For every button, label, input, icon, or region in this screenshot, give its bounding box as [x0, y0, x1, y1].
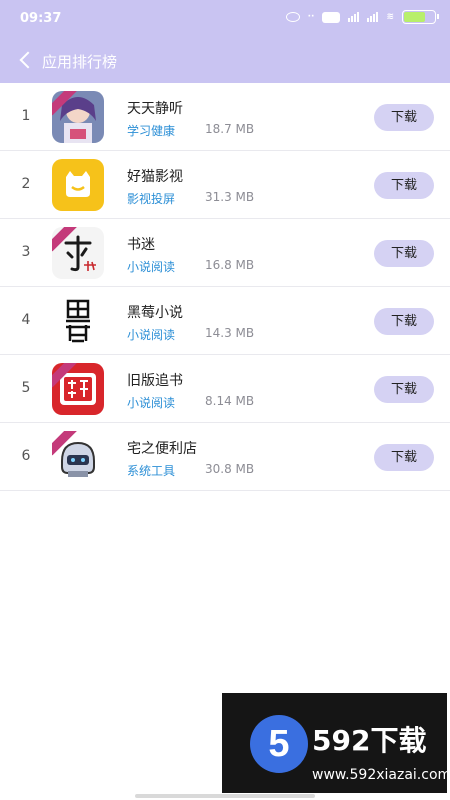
download-button[interactable]: 下载: [374, 172, 434, 199]
app-category[interactable]: 小说阅读: [127, 258, 175, 275]
download-button[interactable]: 下载: [374, 444, 434, 471]
list-item[interactable]: 3 书迷 小说阅读 16.8 MB 下载: [0, 219, 450, 287]
list-item[interactable]: 1 天天静听 学习健康 18.7 MB 下载: [0, 83, 450, 151]
back-icon[interactable]: [18, 50, 34, 70]
app-icon-haomaoyingshi[interactable]: [52, 159, 104, 211]
status-icons: ·· ≋: [285, 10, 439, 24]
signal-2-icon: [367, 12, 379, 22]
app-category[interactable]: 影视投屏: [127, 190, 175, 207]
app-size: 18.7 MB: [205, 122, 255, 136]
app-size: 8.14 MB: [205, 394, 255, 408]
app-icon-zhaizhibianlidian[interactable]: [52, 431, 104, 483]
watermark-brand: 592下载: [312, 724, 427, 757]
site-watermark: 5 592下载 www.592xiazai.com: [222, 693, 450, 793]
home-indicator: [135, 794, 315, 798]
app-category[interactable]: 小说阅读: [127, 394, 175, 411]
download-button[interactable]: 下载: [374, 308, 434, 335]
app-category[interactable]: 学习健康: [127, 122, 175, 139]
signal-icon: [348, 12, 360, 22]
rank-number: 6: [21, 448, 31, 464]
app-size: 30.8 MB: [205, 462, 255, 476]
app-name: 好猫影视: [127, 169, 183, 185]
watermark-url: www.592xiazai.com: [312, 767, 450, 783]
app-icon-jiubanzhuishu[interactable]: [52, 363, 104, 415]
rank-number: 3: [21, 244, 31, 260]
status-bar: 09:37 ·· ≋: [0, 0, 450, 38]
download-button[interactable]: 下载: [374, 376, 434, 403]
download-button[interactable]: 下载: [374, 104, 434, 131]
rank-number: 2: [21, 176, 31, 192]
app-size: 31.3 MB: [205, 190, 255, 204]
app-icon-heimeixiaoshuo[interactable]: [52, 295, 104, 347]
rank-number: 5: [21, 380, 31, 396]
app-category[interactable]: 系统工具: [127, 462, 175, 479]
list-item[interactable]: 2 好猫影视 影视投屏 31.3 MB 下载: [0, 151, 450, 219]
app-size: 14.3 MB: [205, 326, 255, 340]
app-name: 黑莓小说: [127, 305, 183, 321]
app-name: 旧版追书: [127, 373, 183, 389]
wifi-icon: ≋: [386, 12, 394, 22]
app-icon-shumi[interactable]: [52, 227, 104, 279]
app-name: 天天静听: [127, 101, 183, 117]
alarm-icon: [285, 12, 300, 22]
download-button[interactable]: 下载: [374, 240, 434, 267]
page-title: 应用排行榜: [42, 53, 118, 71]
list-item[interactable]: 5 旧版追书 小说阅读 8.14 MB 下载: [0, 355, 450, 423]
watermark-logo: 5: [250, 715, 308, 773]
network-speed-icon: ··: [307, 12, 315, 22]
app-size: 16.8 MB: [205, 258, 255, 272]
rank-number: 1: [21, 108, 31, 124]
top-nav-bar: 应用排行榜: [0, 38, 450, 83]
app-category[interactable]: 小说阅读: [127, 326, 175, 343]
hd-icon: [322, 11, 341, 23]
list-item[interactable]: 4 黑莓小说 小说阅读 14.3 MB 下载: [0, 287, 450, 355]
battery-icon: [402, 10, 439, 24]
app-icon-tiantianjingting[interactable]: [52, 91, 104, 143]
app-name: 宅之便利店: [127, 441, 197, 457]
list-item[interactable]: 6 宅之便利店 系统工具 30.8 MB 下载: [0, 423, 450, 491]
app-name: 书迷: [127, 237, 155, 253]
status-time: 09:37: [20, 11, 62, 26]
app-rank-list: 1 天天静听 学习健康 18.7 MB 下载 2 好猫影视 影视投屏 31.3 …: [0, 83, 450, 491]
rank-number: 4: [21, 312, 31, 328]
